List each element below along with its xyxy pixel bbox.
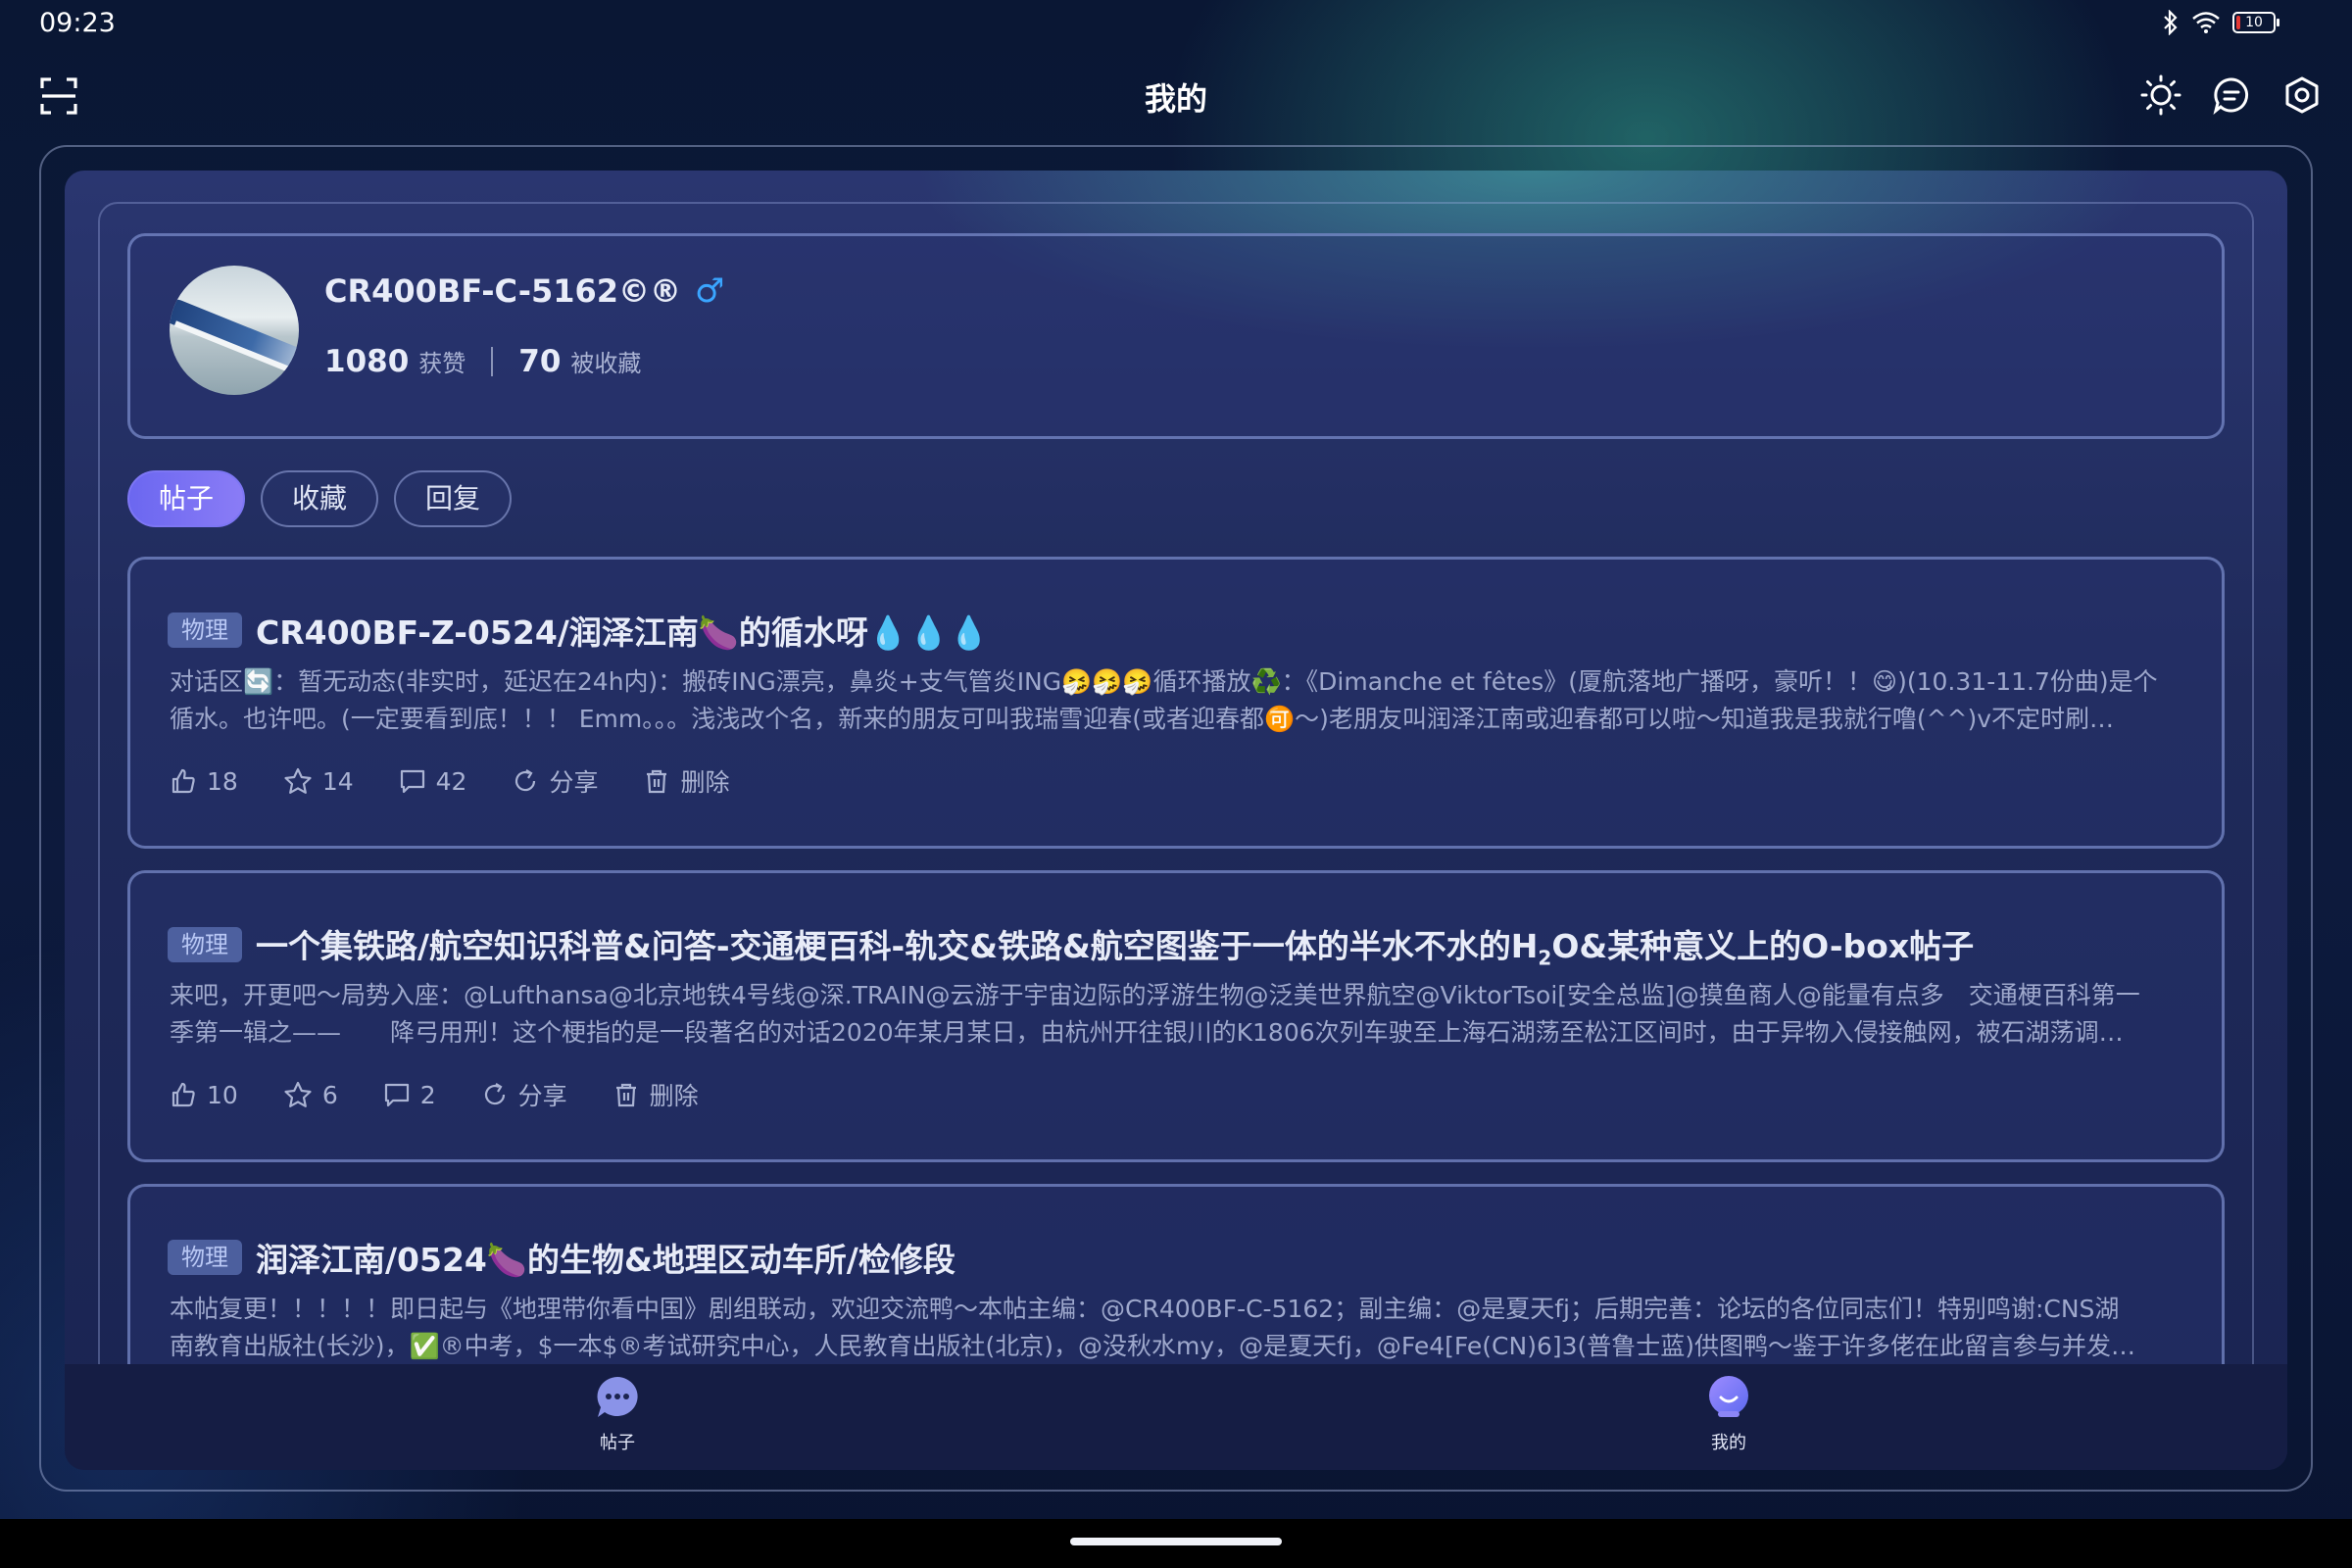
theme-toggle-button[interactable] bbox=[2140, 74, 2181, 116]
post-title-part: O&某种意义上的O-box帖子 bbox=[1551, 927, 1975, 965]
bottom-nav: 帖子 我的 bbox=[65, 1364, 2287, 1470]
post-title-subscript: 2 bbox=[1538, 946, 1552, 970]
post-tag[interactable]: 物理 bbox=[168, 612, 242, 648]
comment-button[interactable]: 2 bbox=[383, 1081, 436, 1109]
share-icon bbox=[484, 1083, 505, 1105]
favorited-count: 70 bbox=[518, 344, 562, 379]
top-actions bbox=[2140, 74, 2323, 116]
comment-button[interactable]: 42 bbox=[399, 766, 467, 796]
trash-icon bbox=[647, 769, 667, 794]
delete-button[interactable]: 删除 bbox=[612, 1077, 699, 1112]
post-excerpt: 对话区🔄：暂无动态(非实时，延迟在24h内)：搬砖ING漂亮，鼻炎+支气管炎IN… bbox=[170, 663, 2177, 738]
like-button[interactable]: 18 bbox=[170, 767, 238, 796]
profile-stats: 1080 获赞 70 被收藏 bbox=[324, 344, 641, 379]
status-icons: 10 bbox=[2162, 10, 2279, 35]
stats-divider bbox=[491, 347, 494, 376]
share-button[interactable]: 分享 bbox=[481, 1077, 567, 1112]
status-bar: 09:23 10 bbox=[0, 0, 2352, 49]
chat-bubble-icon bbox=[2213, 77, 2249, 115]
settings-button[interactable] bbox=[2281, 74, 2323, 116]
gender-male-icon: ♂ bbox=[695, 271, 725, 311]
post-title-row: 物理 CR400BF-Z-0524/润泽江南🍆的循水呀💧💧💧 bbox=[168, 607, 2182, 654]
post-excerpt: 本帖复更！！！！！即日起与《地理带你看中国》剧组联动，欢迎交流鸭～本帖主编：@C… bbox=[170, 1291, 2177, 1365]
post-excerpt-line: 循水。也许吧。(一定要看到底！！！ Emm。。。浅浅改个名，新来的朋友可叫我瑞雪… bbox=[170, 705, 2115, 733]
delete-label: 删除 bbox=[680, 768, 730, 797]
comment-icon bbox=[384, 1083, 409, 1107]
comment-count: 42 bbox=[435, 766, 467, 796]
nav-me[interactable]: 我的 bbox=[1670, 1374, 1788, 1454]
post-title-part: 一个集铁路/航空知识科普&问答-交通梗百科-轨交&铁路&航空图鉴于一体的半水不水… bbox=[256, 927, 1539, 965]
battery-icon: 10 bbox=[2232, 12, 2279, 33]
post-excerpt-line: 季第一辑之—— 降弓用刑！这个梗指的是一段著名的对话2020年某月某日，由杭州开… bbox=[170, 1018, 2124, 1047]
chat-dots-icon bbox=[594, 1374, 641, 1421]
post-tag[interactable]: 物理 bbox=[168, 1240, 242, 1275]
thumbs-up-icon bbox=[172, 1082, 195, 1107]
trash-icon bbox=[615, 1083, 636, 1107]
post-excerpt: 来吧，开更吧～局势入座：@Lufthansa@北京地铁4号线@深.TRAIN@云… bbox=[170, 977, 2177, 1052]
star-icon bbox=[284, 767, 312, 794]
star-button[interactable]: 6 bbox=[283, 1081, 338, 1109]
post-title-row: 物理 润泽江南/0524🍆的生物&地理区动车所/检修段 bbox=[168, 1234, 2182, 1281]
username-row: CR400BF-C-5162©® ♂ bbox=[324, 271, 725, 311]
bluetooth-icon bbox=[2164, 10, 2178, 35]
share-label: 分享 bbox=[549, 768, 599, 797]
star-button[interactable]: 14 bbox=[283, 767, 354, 796]
post-title[interactable]: 一个集铁路/航空知识科普&问答-交通梗百科-轨交&铁路&航空图鉴于一体的半水不水… bbox=[256, 920, 1974, 970]
post-excerpt-line: 本帖复更！！！！！即日起与《地理带你看中国》剧组联动，欢迎交流鸭～本帖主编：@C… bbox=[170, 1295, 2120, 1323]
avatar[interactable] bbox=[170, 266, 299, 395]
share-label: 分享 bbox=[517, 1082, 567, 1110]
like-button[interactable]: 10 bbox=[170, 1081, 238, 1109]
nav-posts[interactable]: 帖子 bbox=[559, 1374, 676, 1454]
username: CR400BF-C-5162©® bbox=[324, 272, 682, 310]
user-face-icon bbox=[1705, 1374, 1752, 1421]
post-title[interactable]: 润泽江南/0524🍆的生物&地理区动车所/检修段 bbox=[256, 1234, 956, 1281]
post-actions: 18 14 42 分享 删除 bbox=[170, 763, 729, 799]
tab-favorites[interactable]: 收藏 bbox=[261, 470, 379, 527]
thumbs-up-icon bbox=[172, 768, 195, 794]
delete-label: 删除 bbox=[649, 1082, 699, 1110]
page-title: 我的 bbox=[1144, 80, 1207, 118]
comment-icon bbox=[400, 769, 424, 794]
likes-label: 获赞 bbox=[418, 350, 466, 377]
content-panel: CR400BF-C-5162©® ♂ 1080 获赞 70 被收藏 帖子 收藏 … bbox=[65, 171, 2287, 1470]
star-count: 6 bbox=[321, 1080, 338, 1109]
battery-level: 10 bbox=[2245, 15, 2263, 30]
profile-card[interactable]: CR400BF-C-5162©® ♂ 1080 获赞 70 被收藏 bbox=[127, 233, 2225, 439]
tab-bar: 帖子 收藏 回复 bbox=[127, 470, 513, 527]
tab-posts[interactable]: 帖子 bbox=[127, 470, 246, 527]
settings-icon bbox=[2285, 76, 2319, 114]
tab-replies[interactable]: 回复 bbox=[394, 470, 513, 527]
post-excerpt-line: 南教育出版社(长沙)，✅®中考，$一本$®考试研究中心，人民教育出版社(北京)，… bbox=[170, 1332, 2136, 1360]
post-title-row: 物理 一个集铁路/航空知识科普&问答-交通梗百科-轨交&铁路&航空图鉴于一体的半… bbox=[168, 920, 2182, 970]
post-card[interactable]: 物理 CR400BF-Z-0524/润泽江南🍆的循水呀💧💧💧 对话区🔄：暂无动态… bbox=[127, 557, 2225, 849]
favorited-label: 被收藏 bbox=[570, 350, 642, 377]
share-button[interactable]: 分享 bbox=[512, 763, 598, 799]
post-card[interactable]: 物理 一个集铁路/航空知识科普&问答-交通梗百科-轨交&铁路&航空图鉴于一体的半… bbox=[127, 870, 2225, 1162]
share-icon bbox=[515, 769, 536, 792]
comment-count: 2 bbox=[419, 1080, 436, 1109]
delete-button[interactable]: 删除 bbox=[643, 763, 729, 799]
like-count: 10 bbox=[207, 1080, 238, 1109]
post-actions: 10 6 2 分享 删除 bbox=[170, 1077, 699, 1112]
nav-posts-label: 帖子 bbox=[600, 1433, 635, 1453]
post-tag[interactable]: 物理 bbox=[168, 927, 242, 963]
nav-me-label: 我的 bbox=[1711, 1433, 1746, 1453]
home-indicator[interactable] bbox=[1070, 1538, 1282, 1545]
likes-count: 1080 bbox=[324, 344, 410, 379]
like-count: 18 bbox=[207, 766, 238, 796]
sun-icon bbox=[2140, 74, 2181, 116]
post-excerpt-line: 来吧，开更吧～局势入座：@Lufthansa@北京地铁4号线@深.TRAIN@云… bbox=[170, 981, 2140, 1009]
star-icon bbox=[284, 1081, 312, 1107]
wifi-icon bbox=[2192, 12, 2220, 33]
post-excerpt-line: 对话区🔄：暂无动态(非实时，延迟在24h内)：搬砖ING漂亮，鼻炎+支气管炎IN… bbox=[170, 667, 2158, 696]
status-time: 09:23 bbox=[39, 8, 116, 38]
star-count: 14 bbox=[321, 766, 354, 796]
messages-button[interactable] bbox=[2211, 74, 2252, 116]
post-title[interactable]: CR400BF-Z-0524/润泽江南🍆的循水呀💧💧💧 bbox=[256, 607, 989, 654]
